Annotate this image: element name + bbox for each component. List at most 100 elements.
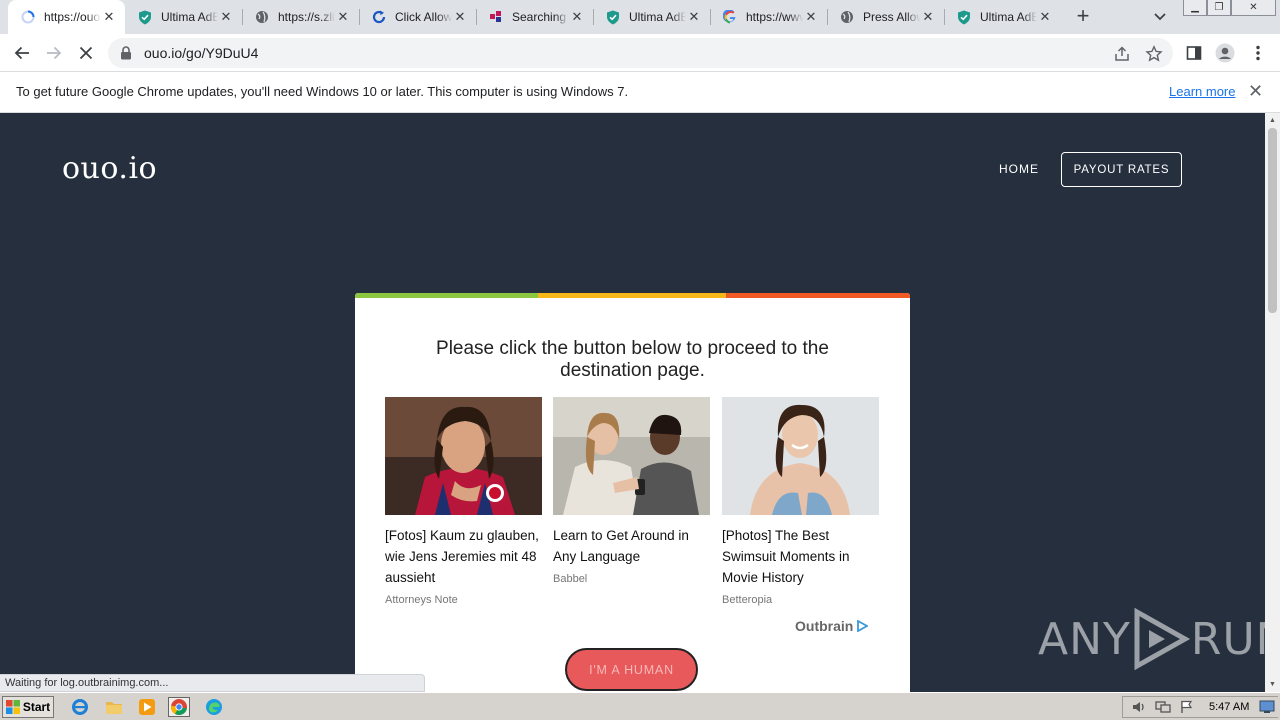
ad-headline[interactable]: Learn to Get Around in Any Language [553,525,710,567]
tab-click-allow[interactable]: Click Allow ✕ [359,0,476,34]
globe-icon [254,9,270,25]
bookmark-star-icon[interactable] [1145,45,1163,63]
ad-source: Attorneys Note [385,594,458,606]
ad-headline[interactable]: [Photos] The Best Swimsuit Moments in Mo… [722,525,879,588]
scroll-up-arrow-icon[interactable]: ▲ [1268,116,1277,125]
ad-image-swimsuit-woman[interactable] [722,397,879,515]
watermark-text-left: ANY [1038,613,1131,665]
tab-ultima-1[interactable]: Ultima AdBlocker ✕ [125,0,242,34]
stop-x-icon [79,46,93,60]
tab-press-allow[interactable]: Press Allow ✕ [827,0,944,34]
tab-szlink[interactable]: https://s.zlink ✕ [242,0,359,34]
ad-item[interactable]: [Photos] The Best Swimsuit Moments in Mo… [722,397,879,606]
side-panel-button[interactable] [1180,39,1208,67]
page-scrollbar[interactable]: ▲ ▼ [1265,113,1280,692]
learn-more-link[interactable]: Learn more [1169,84,1235,99]
infobar-message: To get future Google Chrome updates, you… [16,84,629,99]
tab-google[interactable]: https://www.google ✕ [710,0,827,34]
shield-icon [605,9,621,25]
ie-taskbar-icon[interactable] [70,697,90,717]
arrow-right-icon [47,46,62,60]
action-center-flag-icon[interactable] [1179,700,1195,714]
close-icon[interactable]: ✕ [218,9,234,25]
loading-spinner-icon [20,9,36,25]
forward-button[interactable] [40,39,68,67]
site-logo[interactable]: ouo.io [62,151,157,186]
ad-headline[interactable]: [Fotos] Kaum zu glauben, wie Jens Jeremi… [385,525,542,588]
ad-item[interactable]: Learn to Get Around in Any Language Babb… [553,397,710,585]
close-icon[interactable]: ✕ [920,9,936,25]
tab-ultima-3[interactable]: Ultima AdBlocker ✕ [944,0,1061,34]
chrome-taskbar-icon[interactable] [168,697,190,717]
network-icon[interactable] [1155,700,1171,714]
lock-icon [120,46,134,60]
clock[interactable]: 5:47 AM [1209,701,1249,713]
stop-button[interactable] [72,39,100,67]
tab-title: https://ouo.io/go/Y9DuU4 [44,10,101,24]
nav-payout-rates-button[interactable]: PAYOUT RATES [1061,152,1182,187]
scroll-down-arrow-icon[interactable]: ▼ [1268,680,1277,689]
new-tab-button[interactable]: + [1071,5,1095,29]
im-a-human-button[interactable]: I'M A HUMAN [565,648,698,691]
close-icon[interactable]: ✕ [803,9,819,25]
refresh-favicon-icon [371,9,387,25]
start-label: Start [22,700,51,714]
play-triangle-icon [1134,608,1190,670]
tab-searching[interactable]: Searching for ✕ [476,0,593,34]
close-icon[interactable]: ✕ [686,9,702,25]
avatar [1215,43,1235,63]
accent-bar-orange [726,293,910,298]
close-infobar-icon[interactable]: ✕ [1248,82,1263,100]
anyrun-watermark: ANY RUN [1038,608,1265,670]
tab-search-button[interactable] [1150,8,1170,26]
edge-taskbar-icon[interactable] [204,697,224,717]
globe-icon [839,9,855,25]
ad-image-two-women-phone[interactable] [553,397,710,515]
media-player-taskbar-icon[interactable] [137,697,157,717]
close-icon[interactable]: ✕ [452,9,468,25]
start-button[interactable]: Start [2,696,54,718]
close-window-button[interactable]: ✕ [1231,0,1276,16]
restore-button[interactable]: ❐ [1207,0,1231,16]
arrow-left-icon [14,46,29,60]
close-icon[interactable]: ✕ [1037,9,1053,25]
ad-item[interactable]: [Fotos] Kaum zu glauben, wie Jens Jeremi… [385,397,542,606]
outbrain-logo-text: Outbrain [795,618,854,634]
accent-bar-green [355,293,538,298]
redirect-card: Please click the button below to proceed… [355,293,910,692]
tab-title: Searching for [512,10,569,24]
watermark-text-right: RUN [1190,613,1265,665]
tab-ouo[interactable]: https://ouo.io/go/Y9DuU4 ✕ [8,0,125,34]
show-desktop-icon[interactable] [1259,700,1275,714]
tab-title: Press Allow [863,10,920,24]
status-bubble: Waiting for log.outbrainimg.com... [0,674,425,692]
close-icon[interactable]: ✕ [101,9,117,25]
close-icon[interactable]: ✕ [335,9,351,25]
tab-title: Click Allow [395,10,452,24]
adchoices-icon [857,620,869,632]
folder-taskbar-icon[interactable] [104,697,124,717]
tab-title: Ultima AdBlocker [980,10,1037,24]
address-bar[interactable]: ouo.io/go/Y9DuU4 [108,38,1173,68]
side-panel-icon [1186,46,1202,60]
nav-home-link[interactable]: HOME [999,162,1039,176]
share-icon[interactable] [1113,45,1131,63]
chevron-down-icon [1154,13,1166,21]
window-controls: ▁ ❐ ✕ [1183,0,1276,18]
profile-button[interactable] [1211,39,1239,67]
scrollbar-thumb[interactable] [1268,128,1277,313]
menu-button[interactable] [1244,39,1272,67]
page-content: ouo.io HOME PAYOUT RATES Please click th… [0,113,1265,692]
browser-toolbar: ouo.io/go/Y9DuU4 [0,34,1280,72]
outbrain-attribution[interactable]: Outbrain [795,618,869,634]
minimize-button[interactable]: ▁ [1183,0,1207,16]
close-icon[interactable]: ✕ [569,9,585,25]
windows-logo-icon [5,700,20,714]
tab-ultima-2[interactable]: Ultima AdBlocker ✕ [593,0,710,34]
ad-image-football-player[interactable] [385,397,542,515]
volume-icon[interactable] [1131,700,1147,714]
update-infobar: To get future Google Chrome updates, you… [0,72,1280,113]
tab-title: Ultima AdBlocker [629,10,686,24]
back-button[interactable] [8,39,36,67]
shield-icon [956,9,972,25]
